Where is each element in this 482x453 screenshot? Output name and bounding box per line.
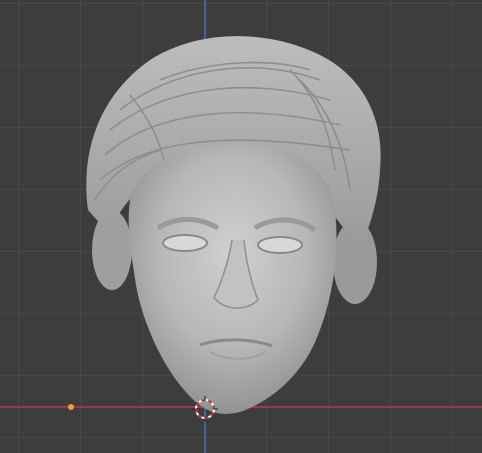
left-eye — [162, 234, 208, 252]
3d-viewport[interactable] — [0, 0, 482, 453]
3d-cursor-icon[interactable] — [192, 396, 218, 422]
right-eye — [257, 236, 303, 254]
head-sculpt-model[interactable] — [0, 0, 482, 453]
